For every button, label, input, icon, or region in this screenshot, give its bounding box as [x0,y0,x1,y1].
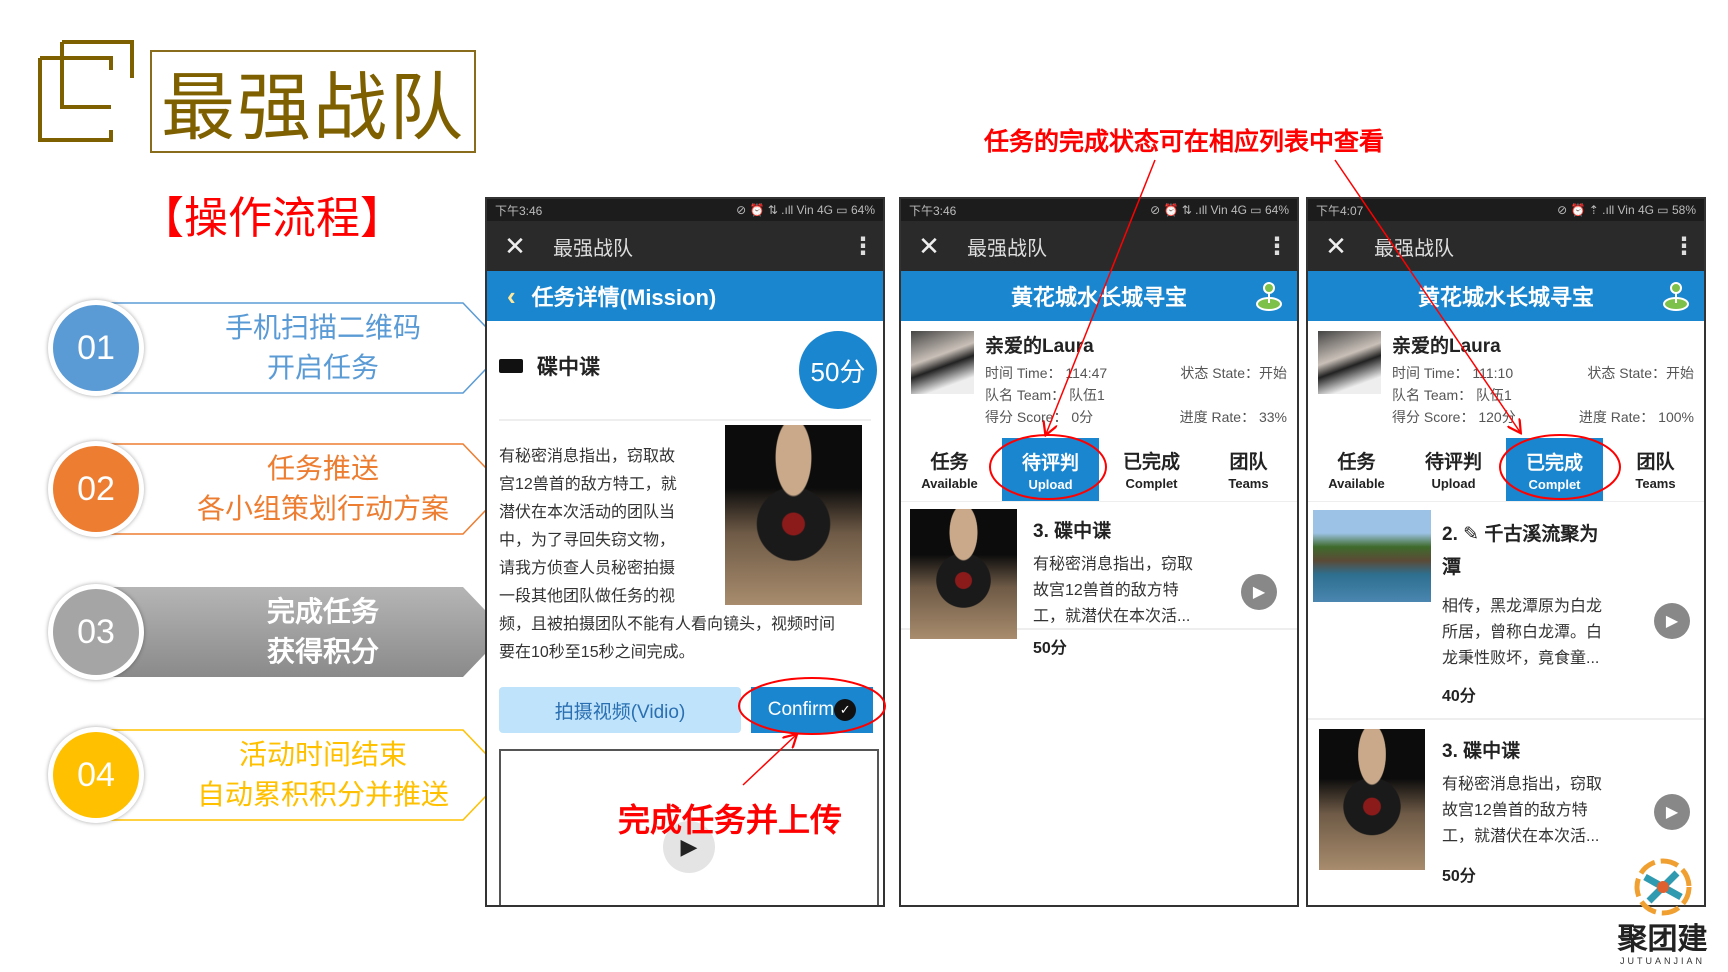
close-icon[interactable]: ✕ [901,231,957,262]
status-icons: ⊘ ⏰ ⇡ .ıll Vin 4G ▭ 58% [1557,203,1696,217]
tab-complet[interactable]: 已完成 Complet [1103,436,1200,501]
section-subtitle: 【操作流程】 [140,194,404,243]
play-icon[interactable]: ▶ [1654,794,1690,830]
brand-logo-subtext: JUTUANJIAN [1619,956,1705,966]
annotation-upload-note: 完成任务并上传 [618,802,843,838]
tab-upload[interactable]: 待评判 Upload [1002,438,1099,501]
phone-complete-list: 下午4:07 ⊘ ⏰ ⇡ .ıll Vin 4G ▭ 58% ✕ 最强战队 ⋮ 黄花城… [1306,197,1706,907]
step-text: 任务推送 各小组策划行动方案 [196,453,449,524]
user-rate: 进度 Rate： 33% [1179,409,1287,425]
tab-available[interactable]: 任务 Available [901,436,998,501]
tab-upload[interactable]: 待评判 Upload [1405,436,1502,501]
more-menu-icon[interactable]: ⋮ [1257,232,1297,261]
page-header-title: 任务详情(Mission) [531,285,717,310]
step-text: 手机扫描二维码 开启任务 [224,312,421,383]
step-text: 活动时间结束 自动累积积分并推送 [196,739,449,810]
brand-logo-mark-icon [1634,858,1691,916]
mission-description: 有秘密消息指出，窃取故 宫12兽首的敌方特工，就 潜伏在本次活动的团队当 中，为了寻回… [499,448,836,661]
item-score: 50分 [1442,868,1476,885]
status-bar: 下午3:46 ⊘ ⏰ ⇅ .ıll Vin 4G ▭ 64% [487,199,883,221]
map-pin-icon[interactable] [1255,281,1283,311]
app-title: 最强战队 [1374,237,1454,260]
status-bar: 下午4:07 ⊘ ⏰ ⇡ .ıll Vin 4G ▭ 58% [1308,199,1704,221]
item-title: 3. 碟中谍 [1033,521,1112,542]
confirm-label: Confirm [767,699,835,720]
divider [499,419,871,421]
more-menu-icon[interactable]: ⋮ [1664,232,1704,261]
avatar [911,331,974,394]
user-team: 队名 Team： 队伍1 [985,387,1105,403]
tab-complet[interactable]: 已完成 Complet [1506,438,1603,501]
app-title: 最强战队 [553,237,633,260]
status-time: 下午3:46 [495,203,543,218]
close-icon[interactable]: ✕ [1308,231,1364,262]
user-state: 状态 State：开始 [1587,365,1694,381]
status-icons: ⊘ ⏰ ⇅ .ıll Vin 4G ▭ 64% [736,203,875,217]
step-text: 完成任务 获得积分 [266,596,379,667]
page-title: 最强战队 [150,50,476,153]
user-score: 得分 Score： 120分 [1392,409,1516,425]
page-header-title: 黄花城水长城寻宝 [1417,285,1594,310]
shoot-video-button[interactable]: 拍摄视频(Vidio) [499,687,741,733]
item-title: 3. 碟中谍 [1442,741,1521,762]
step-03: 03 完成任务 获得积分 [48,584,506,680]
map-pin-icon[interactable] [1662,281,1690,311]
user-time: 时间 Time： 114:47 [985,365,1108,381]
item-image [1313,510,1431,602]
step-01: 01 手机扫描二维码 开启任务 [48,300,508,396]
item-score: 40分 [1442,688,1476,705]
status-time: 下午4:07 [1316,203,1364,218]
step-number-badge: 04 [48,727,144,823]
user-time: 时间 Time： 111:10 [1392,365,1514,381]
step-02: 02 任务推送 各小组策划行动方案 [48,441,508,537]
step-04: 04 活动时间结束 自动累积积分并推送 [48,727,508,823]
annotation-status-note: 任务的完成状态可在相应列表中查看 [984,128,1385,156]
item-description: 有秘密消息指出，窃取 故宫12兽首的敌方特 工，就潜伏在本次活... [1442,776,1603,845]
more-menu-icon[interactable]: ⋮ [843,232,883,261]
video-camera-icon [499,359,523,373]
user-name: 亲爱的Laura [1392,336,1501,357]
item-description: 有秘密消息指出，窃取 故宫12兽首的敌方特 工，就潜伏在本次活... [1033,556,1194,625]
tab-teams[interactable]: 团队 Teams [1607,436,1704,501]
item-title: 2. ✎ 千古溪流聚为潭 [1442,524,1599,578]
user-name: 亲爱的Laura [985,336,1094,357]
check-icon: ✓ [834,699,857,721]
confirm-button[interactable]: Confirm ✓ [751,687,873,733]
user-score: 得分 Score： 0分 [985,409,1094,425]
item-image [910,509,1017,639]
user-team: 队名 Team： 队伍1 [1392,387,1512,403]
brand-logo: 聚团建 JUTUANJIAN [1610,855,1715,966]
step-number-badge: 03 [48,584,144,680]
user-rate: 进度 Rate： 100% [1578,409,1694,425]
status-icons: ⊘ ⏰ ⇅ .ıll Vin 4G ▭ 64% [1150,203,1289,217]
item-score: 50分 [1033,640,1067,657]
item-image [1319,729,1425,870]
item-description: 相传，黑龙潭原为白龙 所居，曾称白龙潭。白 龙秉性败坏，竟食童... [1442,598,1603,667]
back-chevron-icon[interactable]: ‹ [507,281,516,312]
step-number-badge: 02 [48,441,144,537]
page-header-title: 黄花城水长城寻宝 [1010,285,1187,310]
list-item[interactable]: 3. 碟中谍 有秘密消息指出，窃取 故宫12兽首的敌方特 工，就潜伏在本次活... … [901,502,1297,657]
mission-name: 碟中谍 [537,356,600,379]
score-badge: 50分 [799,331,877,409]
status-bar: 下午3:46 ⊘ ⏰ ⇅ .ıll Vin 4G ▭ 64% [901,199,1297,221]
play-icon[interactable]: ▶ [1654,603,1690,639]
status-time: 下午3:46 [909,203,957,218]
tab-teams[interactable]: 团队 Teams [1200,436,1297,501]
close-icon[interactable]: ✕ [487,231,543,262]
tab-available[interactable]: 任务 Available [1308,436,1405,501]
play-icon[interactable]: ▶ [1241,574,1277,610]
brand-logo-text: 聚团建 [1617,923,1708,956]
app-title: 最强战队 [967,237,1047,260]
user-state: 状态 State：开始 [1180,365,1287,381]
phone-upload-list: 下午3:46 ⊘ ⏰ ⇅ .ıll Vin 4G ▭ 64% ✕ 最强战队 ⋮ 黄花城… [899,197,1299,907]
avatar [1318,331,1381,394]
list-item[interactable]: 2. ✎ 千古溪流聚为潭 相传，黑龙潭原为白龙 所居，曾称白龙潭。白 龙秉性败坏，竟… [1308,502,1704,720]
step-number-badge: 01 [48,300,144,396]
bracket-logo-icon [38,40,134,142]
